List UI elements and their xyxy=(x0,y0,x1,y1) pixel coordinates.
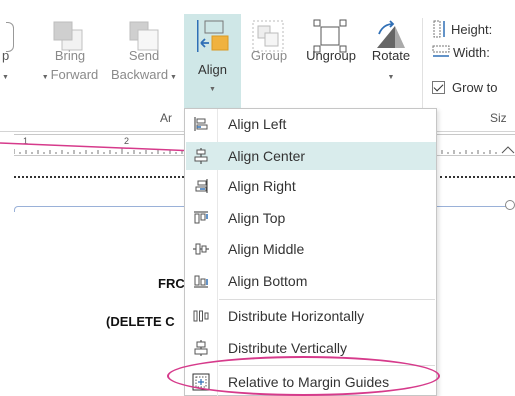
align-bottom-icon xyxy=(194,275,208,288)
menu-item-distribute-horizontally[interactable]: Distribute Horizontally xyxy=(186,302,436,330)
menu-item-label: Distribute Vertically xyxy=(228,340,348,356)
menu-item-align-top[interactable]: Align Top xyxy=(186,204,436,232)
align-middle-icon xyxy=(193,243,209,255)
menu-item-label: Distribute Horizontally xyxy=(228,308,365,324)
menu-item-align-middle[interactable]: Align Middle xyxy=(186,235,436,263)
annotation-highlight-ellipse xyxy=(167,356,440,396)
menu-item-align-center[interactable]: Align Center xyxy=(186,142,436,170)
menu-item-align-bottom[interactable]: Align Bottom xyxy=(186,267,436,295)
align-center-icon xyxy=(194,148,208,164)
menu-item-label: Align Left xyxy=(228,116,287,132)
menu-item-align-right[interactable]: Align Right xyxy=(186,172,436,200)
menu-item-align-left[interactable]: Align Left xyxy=(186,110,436,138)
menu-separator xyxy=(219,299,435,300)
align-right-icon xyxy=(195,179,208,193)
distribute-vertically-icon xyxy=(194,340,208,356)
align-dropdown-menu: Align Left Align Center Align Right Alig… xyxy=(184,108,437,396)
menu-item-label: Align Top xyxy=(228,210,286,226)
menu-item-label: Align Right xyxy=(228,178,296,194)
menu-item-label: Align Center xyxy=(228,148,306,164)
menu-item-label: Align Bottom xyxy=(228,273,308,289)
distribute-horizontally-icon xyxy=(193,310,209,322)
align-left-icon xyxy=(194,117,208,131)
menu-item-label: Align Middle xyxy=(228,241,305,257)
align-top-icon xyxy=(194,211,208,224)
